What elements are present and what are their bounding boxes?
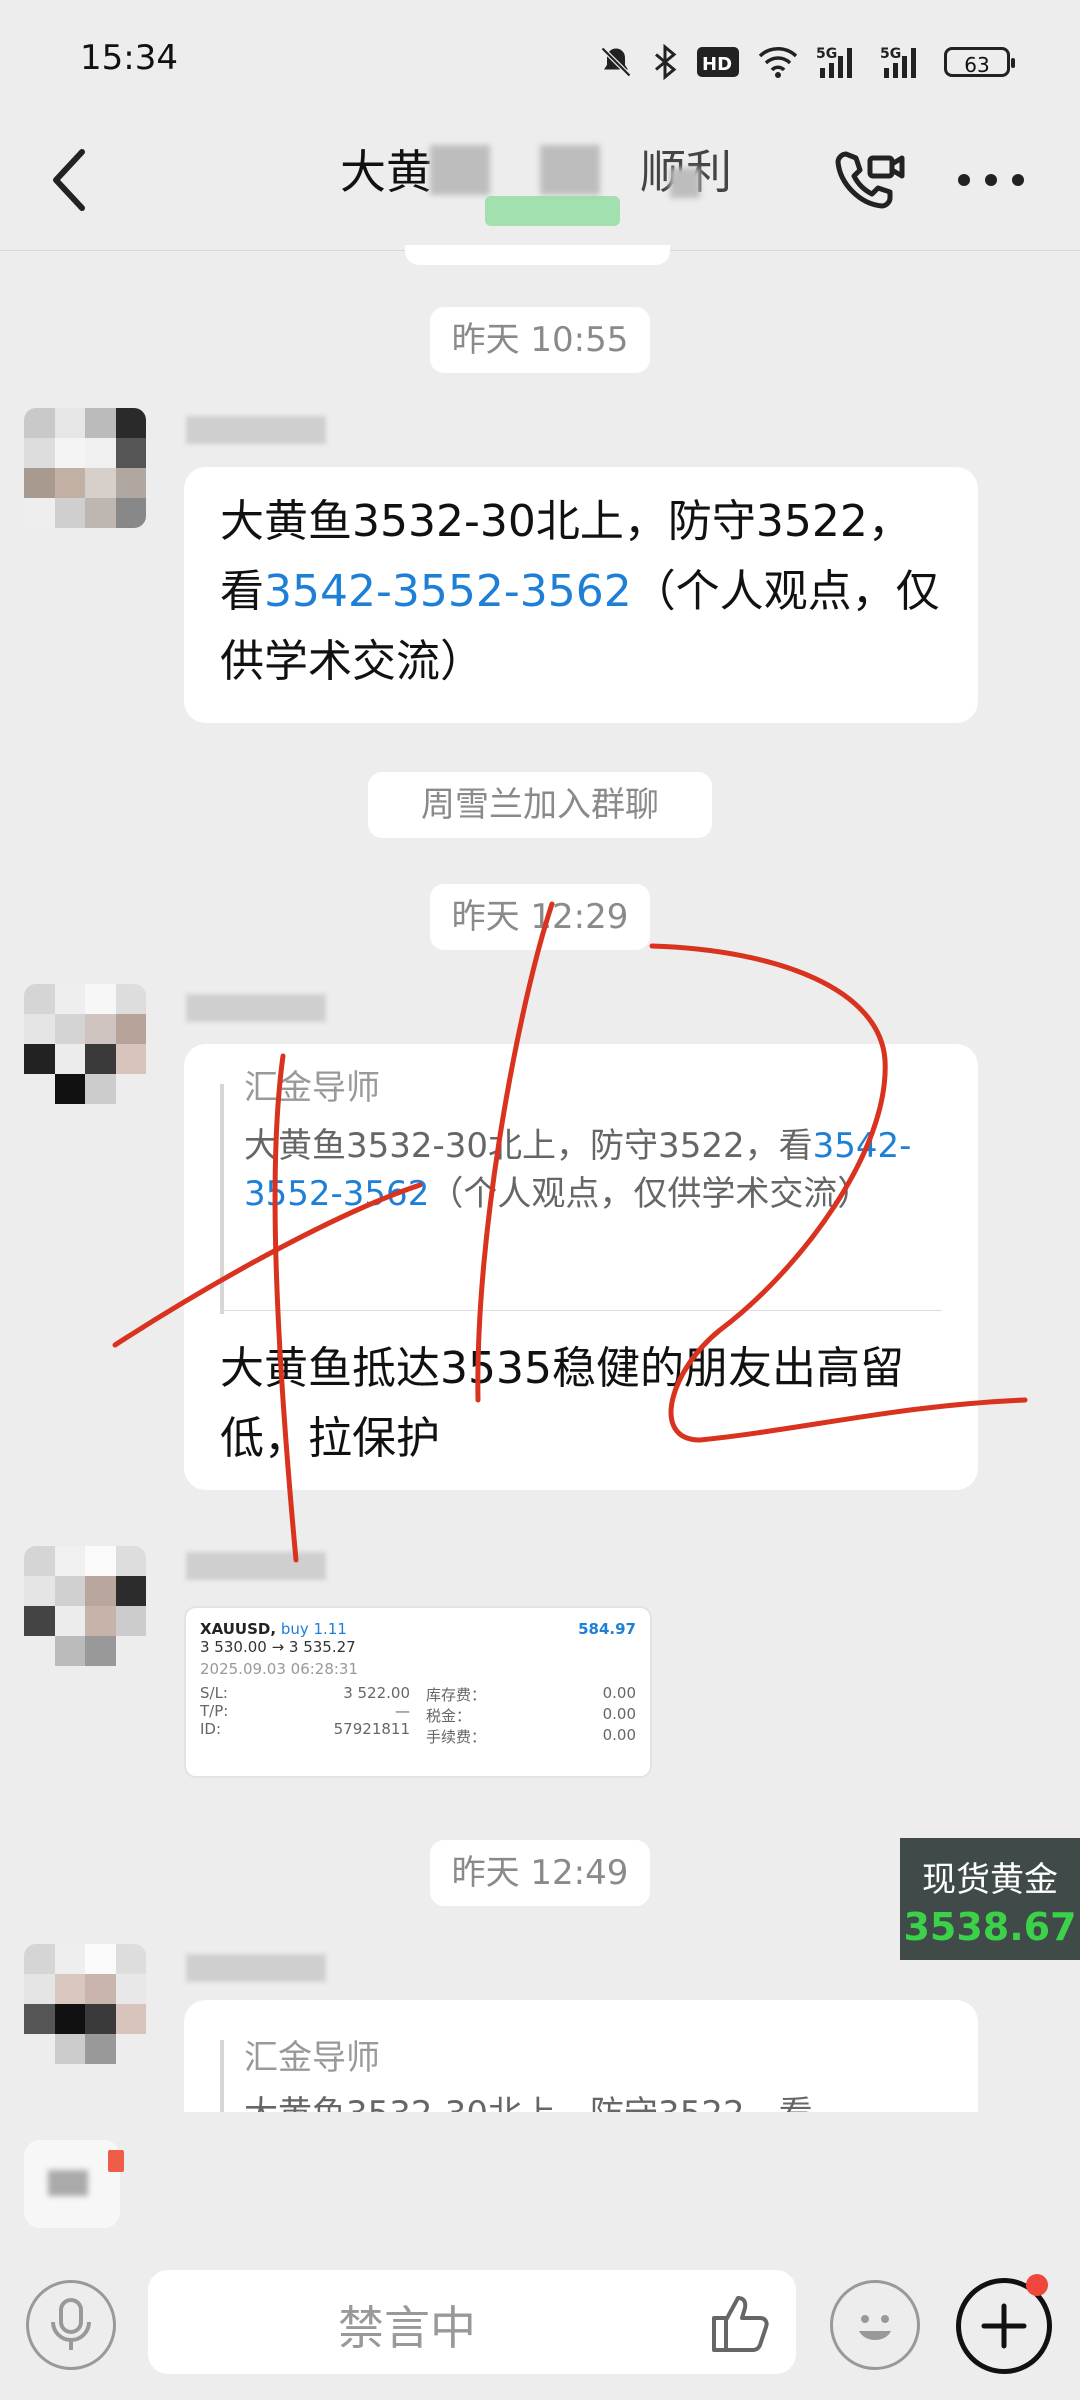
fee-value: 0.00 <box>602 1726 636 1744</box>
notification-dot <box>1026 2274 1048 2296</box>
trade-profit: 584.97 <box>578 1620 636 1638</box>
sl-label: S/L: <box>200 1684 228 1702</box>
status-icons: HD 5G 5G 63 <box>598 40 1015 84</box>
avatar[interactable] <box>24 984 146 1104</box>
reply-text: 大黄鱼抵达3535稳健的朋友出高留低，拉保护 <box>220 1343 904 1464</box>
quote-text-b: （个人观点，仅供学术交流） <box>429 1174 872 1214</box>
swap-value: 0.00 <box>602 1684 636 1702</box>
quote2-sender: 汇金导师 <box>244 2038 380 2078</box>
sender-name-blur <box>186 416 326 444</box>
id-value: 57921811 <box>333 1720 410 1738</box>
chat-title-left: 大黄 <box>340 145 432 199</box>
message-bubble-4[interactable]: 汇金导师 大黄鱼3532-30北上，防守3522，看 <box>184 2000 978 2112</box>
tp-value: — <box>395 1702 410 1720</box>
signal-5g-icon-2: 5G <box>880 46 916 78</box>
message-bubble-1[interactable]: 大黄鱼3532-30北上，防守3522，看3542-3552-3562（个人观点… <box>184 467 978 723</box>
message-link-1[interactable]: 3542-3552-3562 <box>264 566 632 617</box>
message-input[interactable]: 禁言中 <box>148 2270 796 2374</box>
avatar[interactable] <box>24 408 146 528</box>
id-label: ID: <box>200 1720 222 1738</box>
timestamp-1: 昨天 10:55 <box>430 307 650 373</box>
quote2-text: 大黄鱼3532-30北上，防守3522，看 <box>244 2090 944 2112</box>
svg-text:HD: HD <box>702 54 732 75</box>
thumbs-up-icon[interactable] <box>708 2290 774 2356</box>
hd-icon: HD <box>697 47 739 77</box>
swap-label: 库存费： <box>426 1686 487 1704</box>
tax-label: 税金： <box>426 1707 472 1725</box>
quote-sender: 汇金导师 <box>244 1068 380 1108</box>
message-bubble-2[interactable]: 汇金导师 大黄鱼3532-30北上，防守3522，看3542-3552-3562… <box>184 1044 978 1490</box>
tp-label: T/P: <box>200 1702 229 1720</box>
trade-prices: 3 530.00 → 3 535.27 <box>200 1638 356 1656</box>
sender-name-blur <box>186 1954 326 1982</box>
gold-price: 3538.67 <box>903 1905 1077 1949</box>
timestamp-3: 昨天 12:49 <box>430 1840 650 1906</box>
microphone-icon[interactable] <box>26 2280 116 2370</box>
quote-bar <box>220 2040 224 2112</box>
bluetooth-icon <box>655 44 677 80</box>
trade-symbol: XAUUSD, <box>200 1620 277 1638</box>
gold-price-widget[interactable]: 现货黄金 3538.67 <box>900 1838 1080 1960</box>
timestamp-2: 昨天 12:29 <box>430 884 650 950</box>
svg-text:5G: 5G <box>816 46 837 62</box>
floating-widget[interactable] <box>24 2140 124 2228</box>
title-blur-2 <box>540 145 600 195</box>
back-icon[interactable] <box>50 148 90 212</box>
sender-name-blur <box>186 1552 326 1580</box>
quote-divider <box>220 1310 942 1311</box>
title-blur-1 <box>430 145 490 195</box>
sender-name-blur <box>186 994 326 1022</box>
input-disabled-text: 禁言中 <box>338 2301 476 2355</box>
group-tag <box>485 196 620 226</box>
quote-bar <box>220 1084 224 1314</box>
avatar[interactable] <box>24 1546 146 1666</box>
battery-icon: 63 <box>944 47 1015 77</box>
tax-value: 0.00 <box>602 1705 636 1723</box>
trade-direction: buy 1.11 <box>280 1620 347 1638</box>
title-blur-3 <box>670 168 700 198</box>
avatar[interactable] <box>24 1944 146 2064</box>
video-call-icon[interactable] <box>832 146 908 212</box>
sl-value: 3 522.00 <box>343 1684 410 1702</box>
trade-datetime: 2025.09.03 06:28:31 <box>200 1660 359 1678</box>
svg-text:5G: 5G <box>880 46 901 62</box>
trade-screenshot[interactable]: XAUUSD, buy 1.11 584.97 3 530.00 → 3 535… <box>184 1606 652 1778</box>
gold-label: 现货黄金 <box>922 1860 1058 1900</box>
more-icon[interactable] <box>956 170 1026 190</box>
mute-icon <box>600 46 632 78</box>
fee-label: 手续费： <box>426 1728 487 1746</box>
pinned-strip <box>405 245 670 265</box>
quote-text-a: 大黄鱼3532-30北上，防守3522，看 <box>244 1126 813 1166</box>
system-join-notice: 周雪兰加入群聊 <box>368 772 712 838</box>
emoji-icon[interactable] <box>830 2280 920 2370</box>
status-time: 15:34 <box>80 38 178 78</box>
signal-5g-icon: 5G <box>816 46 852 78</box>
wifi-icon <box>758 47 798 78</box>
